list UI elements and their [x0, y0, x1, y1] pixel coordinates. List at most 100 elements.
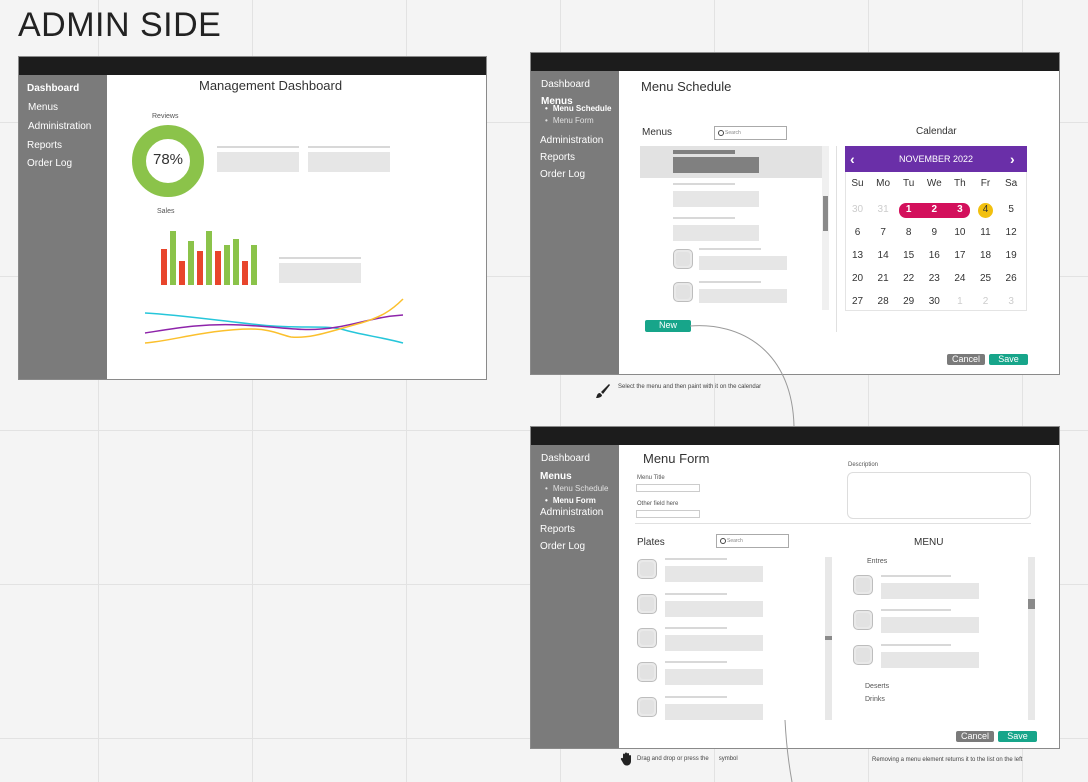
calendar-day[interactable]: 13 [845, 250, 870, 261]
calendar-day[interactable]: 8 [896, 227, 921, 238]
cancel-button[interactable]: Cancel [947, 354, 985, 365]
calendar-day[interactable]: 31 [871, 204, 896, 215]
placeholder-block [665, 635, 763, 651]
sales-bar [233, 239, 239, 285]
calendar-day[interactable]: 2 [973, 296, 998, 307]
other-field-input[interactable] [636, 510, 700, 518]
plate-thumbnail [637, 628, 657, 648]
calendar-month: NOVEMBER 2022 [898, 154, 974, 164]
calendar-day[interactable]: 1 [947, 296, 972, 307]
calendar-day[interactable]: 27 [845, 296, 870, 307]
placeholder-block [279, 263, 361, 283]
sidebar-subitem-menu-schedule[interactable]: Menu Schedule [545, 104, 612, 113]
calendar-day[interactable]: 3 [947, 204, 972, 215]
drag-note: Drag and drop or press the symbol [637, 756, 738, 762]
other-field-label: Other field here [637, 501, 679, 507]
placeholder-line [665, 661, 727, 663]
sidebar-item-order-log[interactable]: Order Log [540, 169, 585, 180]
calendar-day[interactable]: 14 [871, 250, 896, 261]
calendar-weekday: We [926, 178, 942, 189]
placeholder-block [673, 191, 759, 207]
chevron-left-icon[interactable]: ‹ [850, 150, 855, 168]
calendar-day[interactable]: 22 [896, 273, 921, 284]
calendar-day[interactable]: 16 [922, 250, 947, 261]
menu-item-thumbnail [853, 575, 873, 595]
plates-search-input[interactable]: Search [716, 534, 789, 548]
sidebar-item-reports[interactable]: Reports [27, 140, 62, 151]
calendar-header: NOVEMBER 2022 [845, 146, 1027, 172]
sidebar-item-menus[interactable]: Menus [28, 102, 58, 113]
dashboard-heading: Management Dashboard [199, 78, 343, 93]
divider [635, 523, 1031, 524]
sales-bar [179, 261, 185, 285]
menus-search-input[interactable]: Search [714, 126, 787, 140]
sidebar-item-administration[interactable]: Administration [28, 121, 91, 132]
calendar-weekday: Sa [1004, 178, 1018, 189]
calendar-day[interactable]: 4 [973, 204, 998, 215]
calendar-day[interactable]: 9 [922, 227, 947, 238]
sidebar-item-dashboard[interactable]: Dashboard [27, 83, 79, 94]
chevron-right-icon[interactable]: › [1010, 150, 1015, 168]
sidebar-item-order-log[interactable]: Order Log [27, 158, 72, 169]
placeholder-block [665, 601, 763, 617]
calendar-day[interactable]: 17 [947, 250, 972, 261]
deserts-label: Deserts [865, 683, 890, 690]
sales-bar [215, 251, 221, 285]
plates-label: Plates [637, 537, 665, 548]
placeholder-block [699, 289, 787, 303]
calendar-day[interactable]: 28 [871, 296, 896, 307]
calendar-day[interactable]: 12 [999, 227, 1024, 238]
calendar-day[interactable]: 2 [922, 204, 947, 215]
calendar-day[interactable]: 24 [947, 273, 972, 284]
calendar-day[interactable]: 20 [845, 273, 870, 284]
sidebar-item-order-log[interactable]: Order Log [540, 541, 585, 552]
sales-bar [170, 231, 176, 285]
menu-title-input[interactable] [636, 484, 700, 492]
sidebar-item-administration[interactable]: Administration [540, 135, 603, 146]
schedule-heading: Menu Schedule [641, 79, 732, 94]
plates-scrollbar-thumb[interactable] [825, 636, 832, 640]
sidebar-item-administration[interactable]: Administration [540, 507, 603, 518]
sidebar-item-reports[interactable]: Reports [540, 152, 575, 163]
calendar-day[interactable]: 23 [922, 273, 947, 284]
divider [836, 146, 837, 332]
menu-label: MENU [914, 537, 944, 548]
menus-label: Menus [642, 127, 673, 138]
menu-scrollbar-thumb[interactable] [1028, 599, 1035, 609]
description-textarea[interactable] [847, 472, 1031, 519]
calendar-day[interactable]: 30 [845, 204, 870, 215]
calendar-day[interactable]: 7 [871, 227, 896, 238]
placeholder-line [665, 558, 727, 560]
sidebar-item-dashboard[interactable]: Dashboard [541, 79, 590, 90]
sidebar-subitem-menu-form[interactable]: Menu Form [545, 116, 594, 125]
calendar-day[interactable]: 19 [999, 250, 1024, 261]
calendar-day[interactable]: 1 [896, 204, 921, 215]
calendar-day[interactable]: 15 [896, 250, 921, 261]
save-button[interactable]: Save [989, 354, 1028, 365]
sidebar-subitem-menu-form[interactable]: Menu Form [545, 496, 596, 505]
sidebar-item-dashboard[interactable]: Dashboard [541, 453, 590, 464]
calendar-day[interactable]: 3 [999, 296, 1024, 307]
calendar-day[interactable]: 11 [973, 227, 998, 238]
calendar-day[interactable]: 10 [947, 227, 972, 238]
sidebar-item-reports[interactable]: Reports [540, 524, 575, 535]
placeholder-line [699, 248, 761, 250]
menus-scrollbar-thumb[interactable] [823, 196, 828, 231]
menu-scrollbar-track[interactable] [1028, 557, 1035, 720]
calendar-day[interactable]: 6 [845, 227, 870, 238]
calendar-day[interactable]: 25 [973, 273, 998, 284]
cancel-button[interactable]: Cancel [956, 731, 994, 742]
calendar-day[interactable]: 30 [922, 296, 947, 307]
window-titlebar [531, 53, 1059, 71]
calendar-day[interactable]: 29 [896, 296, 921, 307]
calendar-day[interactable]: 18 [973, 250, 998, 261]
calendar-day[interactable]: 5 [999, 204, 1024, 215]
sales-bar [188, 241, 194, 285]
placeholder-block [308, 152, 390, 172]
save-button[interactable]: Save [998, 731, 1037, 742]
calendar-day[interactable]: 26 [999, 273, 1024, 284]
sidebar-subitem-menu-schedule[interactable]: Menu Schedule [545, 484, 609, 493]
calendar-day[interactable]: 21 [871, 273, 896, 284]
paintbrush-icon [596, 384, 610, 398]
sidebar-item-menus[interactable]: Menus [540, 471, 572, 482]
